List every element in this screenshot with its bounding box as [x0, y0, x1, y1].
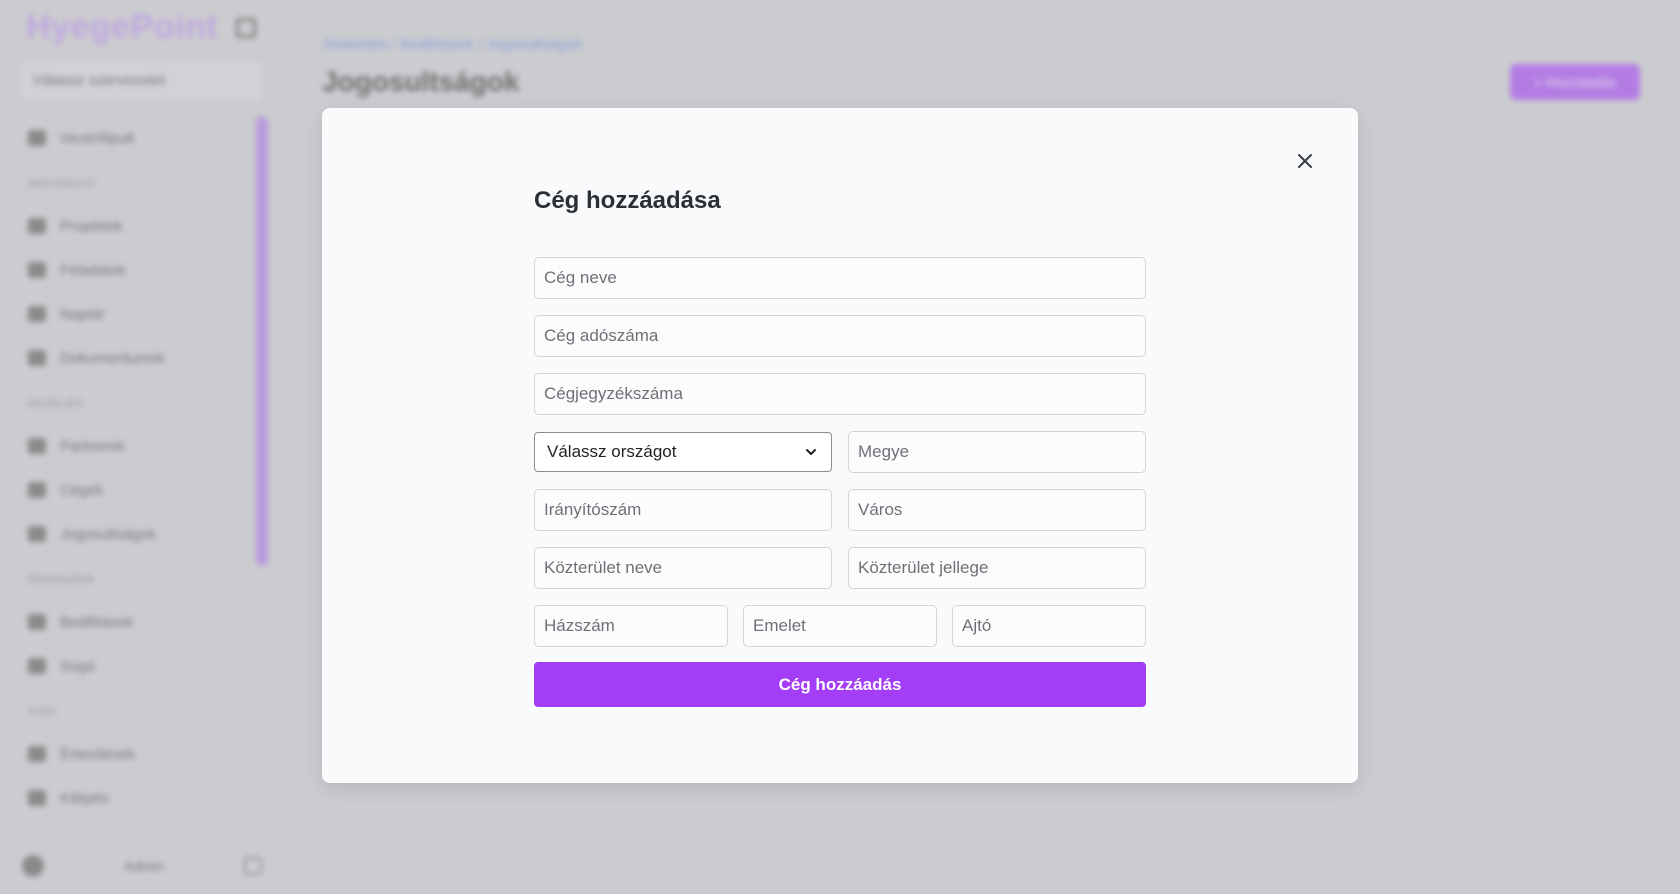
street-name-field[interactable] [534, 547, 832, 589]
home-icon [28, 130, 46, 146]
sidebar-item-partners[interactable]: Partnerek [28, 434, 125, 458]
sidebar-section-label: NAVIGÁCIÓ [28, 178, 96, 190]
tax-number-field[interactable] [534, 315, 1146, 357]
city-field[interactable] [848, 489, 1146, 531]
app-logo: HyegePoint [26, 8, 219, 46]
calendar-icon [28, 306, 46, 322]
key-icon [28, 526, 46, 542]
sidebar-item-tasks[interactable]: Feladatok [28, 258, 126, 282]
sidebar-item-calendar[interactable]: Naptár [28, 302, 105, 326]
folder-icon [28, 218, 46, 234]
add-company-button[interactable]: Cég hozzáadás [534, 662, 1146, 707]
registry-number-field[interactable] [534, 373, 1146, 415]
modal-title: Cég hozzáadása [534, 187, 721, 214]
expand-icon[interactable] [244, 857, 262, 875]
document-icon [28, 350, 46, 366]
sidebar-item-help[interactable]: Súgó [28, 654, 95, 678]
door-field[interactable] [952, 605, 1146, 647]
sidebar-section-label: FIÓK [28, 706, 57, 718]
sidebar: HyegePoint Válassz szervezetet Vezérlőpu… [0, 0, 270, 894]
sidebar-item-companies[interactable]: Cégek [28, 478, 103, 502]
building-icon [28, 482, 46, 498]
sidebar-section-label: RENDSZER [28, 574, 95, 586]
sidebar-item-notifications[interactable]: Értesítések [28, 742, 135, 766]
sidebar-footer: Admin [22, 854, 262, 878]
sidebar-item-permissions[interactable]: Jogosultságok [28, 522, 156, 546]
sidebar-item-dashboard[interactable]: Vezérlőpult [28, 126, 134, 150]
add-button[interactable]: + Hozzáadás [1510, 64, 1640, 100]
help-icon [28, 658, 46, 674]
county-field[interactable] [848, 431, 1146, 473]
sidebar-scrollbar[interactable] [256, 116, 268, 566]
chevron-down-icon [806, 449, 816, 455]
street-type-field[interactable] [848, 547, 1146, 589]
country-select-value: Válassz országot [547, 442, 677, 461]
users-icon [28, 438, 46, 454]
sidebar-item-documents[interactable]: Dokumentumok [28, 346, 165, 370]
organization-select[interactable]: Válassz szervezetet [22, 62, 262, 100]
house-number-field[interactable] [534, 605, 728, 647]
sidebar-item-logout[interactable]: Kilépés [28, 786, 109, 810]
avatar[interactable] [22, 855, 44, 877]
page-title: Jogosultságok [322, 66, 520, 97]
country-select[interactable]: Válassz országot [534, 432, 832, 472]
breadcrumb[interactable]: Áttekintés / Beállítások / Jogosultságok [322, 36, 582, 53]
sidebar-collapse-icon[interactable] [236, 18, 256, 38]
sidebar-item-projects[interactable]: Projektek [28, 214, 123, 238]
sidebar-item-settings[interactable]: Beállítások [28, 610, 133, 634]
logout-icon [28, 790, 46, 806]
floor-field[interactable] [743, 605, 937, 647]
check-icon [28, 262, 46, 278]
sidebar-section-label: KEZELÉS [28, 398, 84, 410]
company-name-field[interactable] [534, 257, 1146, 299]
close-icon [1298, 154, 1312, 168]
zip-code-field[interactable] [534, 489, 832, 531]
user-name: Admin [124, 858, 164, 874]
bell-icon [28, 746, 46, 762]
gear-icon [28, 614, 46, 630]
close-button[interactable] [1290, 146, 1320, 176]
